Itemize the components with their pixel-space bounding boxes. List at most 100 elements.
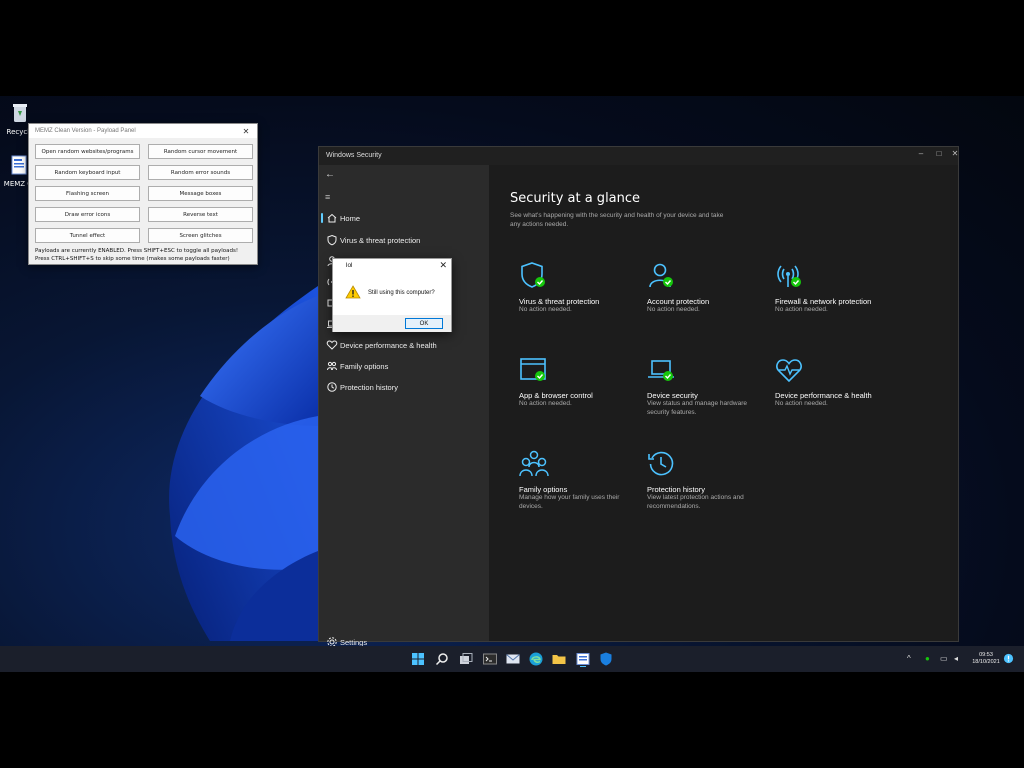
clock-time: 09:53 — [979, 652, 993, 658]
tile-title: Device performance & health — [775, 391, 872, 400]
tile-virus-threat[interactable]: Virus & threat protection No action need… — [519, 261, 637, 315]
window-title: Windows Security — [326, 152, 382, 159]
heart-pulse-icon — [326, 340, 338, 350]
page-title: Security at a glance — [510, 191, 641, 206]
tile-family-options[interactable]: Family options Manage how your family us… — [519, 449, 637, 511]
clock[interactable]: 09:53 18/10/2021 — [965, 652, 1007, 666]
search-icon[interactable] — [434, 651, 450, 667]
payload-screen-glitches-button[interactable]: Screen glitches — [148, 228, 253, 243]
edge-browser-icon[interactable] — [528, 651, 544, 667]
tile-title: Account protection — [647, 297, 710, 306]
windows-security-window: Windows Security – □ ✕ ← ≡ Home Virus & … — [318, 146, 960, 647]
tile-title: Device security — [647, 391, 698, 400]
mail-icon[interactable] — [505, 651, 521, 667]
tile-title: App & browser control — [519, 391, 593, 400]
memz-titlebar[interactable]: MEMZ Clean Version - Payload Panel ✕ — [29, 124, 257, 138]
family-icon — [327, 361, 337, 371]
tile-account-protection[interactable]: Account protection No action needed. — [647, 261, 765, 315]
task-view-icon[interactable] — [458, 651, 474, 667]
history-icon — [648, 451, 674, 476]
nav-item-home[interactable]: Home — [319, 209, 489, 227]
nav-item-device-performance[interactable]: Device performance & health — [319, 336, 489, 354]
payload-reverse-text-button[interactable]: Reverse text — [148, 207, 253, 222]
payload-message-boxes-button[interactable]: Message boxes — [148, 186, 253, 201]
family-icon — [519, 450, 549, 477]
memz-taskbar-icon[interactable] — [575, 651, 591, 667]
tile-status: No action needed. — [647, 306, 700, 313]
payload-status-line-1: Payloads are currently ENABLED. Press SH… — [35, 248, 239, 254]
chevron-up-icon[interactable]: ^ — [907, 654, 911, 663]
windows-security-taskbar-icon[interactable] — [598, 651, 614, 667]
tile-protection-history[interactable]: Protection history View latest protectio… — [647, 449, 765, 511]
tile-status: No action needed. — [775, 400, 828, 407]
back-arrow-icon[interactable]: ← — [325, 169, 335, 180]
close-icon[interactable]: ✕ — [439, 260, 447, 271]
payload-error-icons-button[interactable]: Draw error icons — [35, 207, 140, 222]
recycle-bin-icon-graphic — [13, 104, 27, 122]
tile-status: Manage how your family uses their device… — [519, 494, 620, 510]
tile-status: No action needed. — [519, 400, 572, 407]
security-overview: Security at a glance See what's happenin… — [489, 165, 958, 641]
ok-button[interactable]: OK — [405, 318, 443, 329]
dialog-message: Still using this computer? — [368, 290, 435, 296]
page-subtitle: See what's happening with the security a… — [510, 212, 724, 228]
dialog-title: lol — [346, 262, 353, 269]
wifi-antenna-icon — [777, 265, 801, 287]
tile-status: View latest protection actions and recom… — [647, 494, 744, 510]
tile-title: Firewall & network protection — [775, 297, 872, 306]
memz-payload-panel: MEMZ Clean Version - Payload Panel ✕ Ope… — [28, 123, 258, 265]
windows-security-titlebar[interactable]: Windows Security — [319, 147, 960, 165]
person-icon — [649, 263, 673, 288]
clock-date: 18/10/2021 — [972, 659, 1000, 665]
volume-icon[interactable]: ◂ — [954, 654, 958, 663]
payload-open-websites-button[interactable]: Open random websites/programs — [35, 144, 140, 159]
history-icon — [327, 382, 337, 392]
tile-title: Family options — [519, 485, 568, 494]
nav-item-virus-threat[interactable]: Virus & threat protection — [319, 231, 489, 249]
nav-item-family[interactable]: Family options — [319, 357, 489, 375]
home-icon — [327, 213, 337, 223]
nav-item-protection-history[interactable]: Protection history — [319, 378, 489, 396]
nav-label: Device performance & health — [340, 340, 437, 350]
network-icon[interactable]: ▭ — [940, 654, 948, 663]
notification-icon[interactable] — [1003, 653, 1014, 664]
start-icon[interactable] — [410, 651, 426, 667]
payload-status-line-2: Press CTRL+SHIFT+S to skip some time (ma… — [35, 256, 230, 262]
nav-label: Virus & threat protection — [340, 235, 421, 245]
tile-title: Protection history — [647, 485, 705, 494]
minimize-icon[interactable]: – — [911, 149, 931, 161]
tile-status: No action needed. — [775, 306, 828, 313]
payload-flashing-screen-button[interactable]: Flashing screen — [35, 186, 140, 201]
nav-label: Protection history — [340, 382, 398, 392]
taskbar: ^ ● ▭ ◂ 09:53 18/10/2021 — [0, 646, 1024, 672]
memz-app-icon — [11, 155, 27, 175]
laptop-icon — [648, 360, 674, 381]
tile-app-browser-control[interactable]: App & browser control No action needed. — [519, 355, 637, 409]
nav-label: Family options — [340, 361, 389, 371]
nav-label: Home — [340, 213, 361, 223]
payload-cursor-movement-button[interactable]: Random cursor movement — [148, 144, 253, 159]
close-icon[interactable]: ✕ — [945, 149, 965, 161]
payload-tunnel-effect-button[interactable]: Tunnel effect — [35, 228, 140, 243]
tile-status: View status and manage hardware security… — [647, 400, 747, 416]
payload-status-text: Payloads are currently ENABLED. Press SH… — [29, 243, 257, 263]
desktop: Recycle MEMZ C MEMZ Clean Version - Payl… — [0, 96, 1024, 672]
tile-device-security[interactable]: Device security View status and manage h… — [647, 355, 765, 417]
hamburger-menu-icon[interactable]: ≡ — [325, 192, 330, 202]
tile-firewall-network[interactable]: Firewall & network protection No action … — [775, 261, 893, 315]
payload-buttons: Open random websites/programs Random cur… — [29, 138, 257, 243]
shield-icon — [327, 234, 337, 246]
shield-icon — [521, 262, 545, 288]
close-icon[interactable]: ✕ — [239, 127, 253, 136]
memz-title: MEMZ Clean Version - Payload Panel — [35, 128, 136, 134]
terminal-icon[interactable] — [482, 651, 498, 667]
tile-device-performance[interactable]: Device performance & health No action ne… — [775, 355, 893, 409]
dialog-footer: OK — [333, 315, 451, 332]
message-box-dialog: lol ✕ Still using this computer? OK — [332, 258, 452, 332]
browser-window-icon — [520, 358, 546, 381]
payload-error-sounds-button[interactable]: Random error sounds — [148, 165, 253, 180]
security-tray-icon[interactable]: ● — [925, 654, 930, 663]
file-explorer-icon[interactable] — [551, 651, 567, 667]
navigation-sidebar: ← ≡ Home Virus & threat protection Devic… — [319, 165, 489, 647]
payload-keyboard-input-button[interactable]: Random keyboard input — [35, 165, 140, 180]
